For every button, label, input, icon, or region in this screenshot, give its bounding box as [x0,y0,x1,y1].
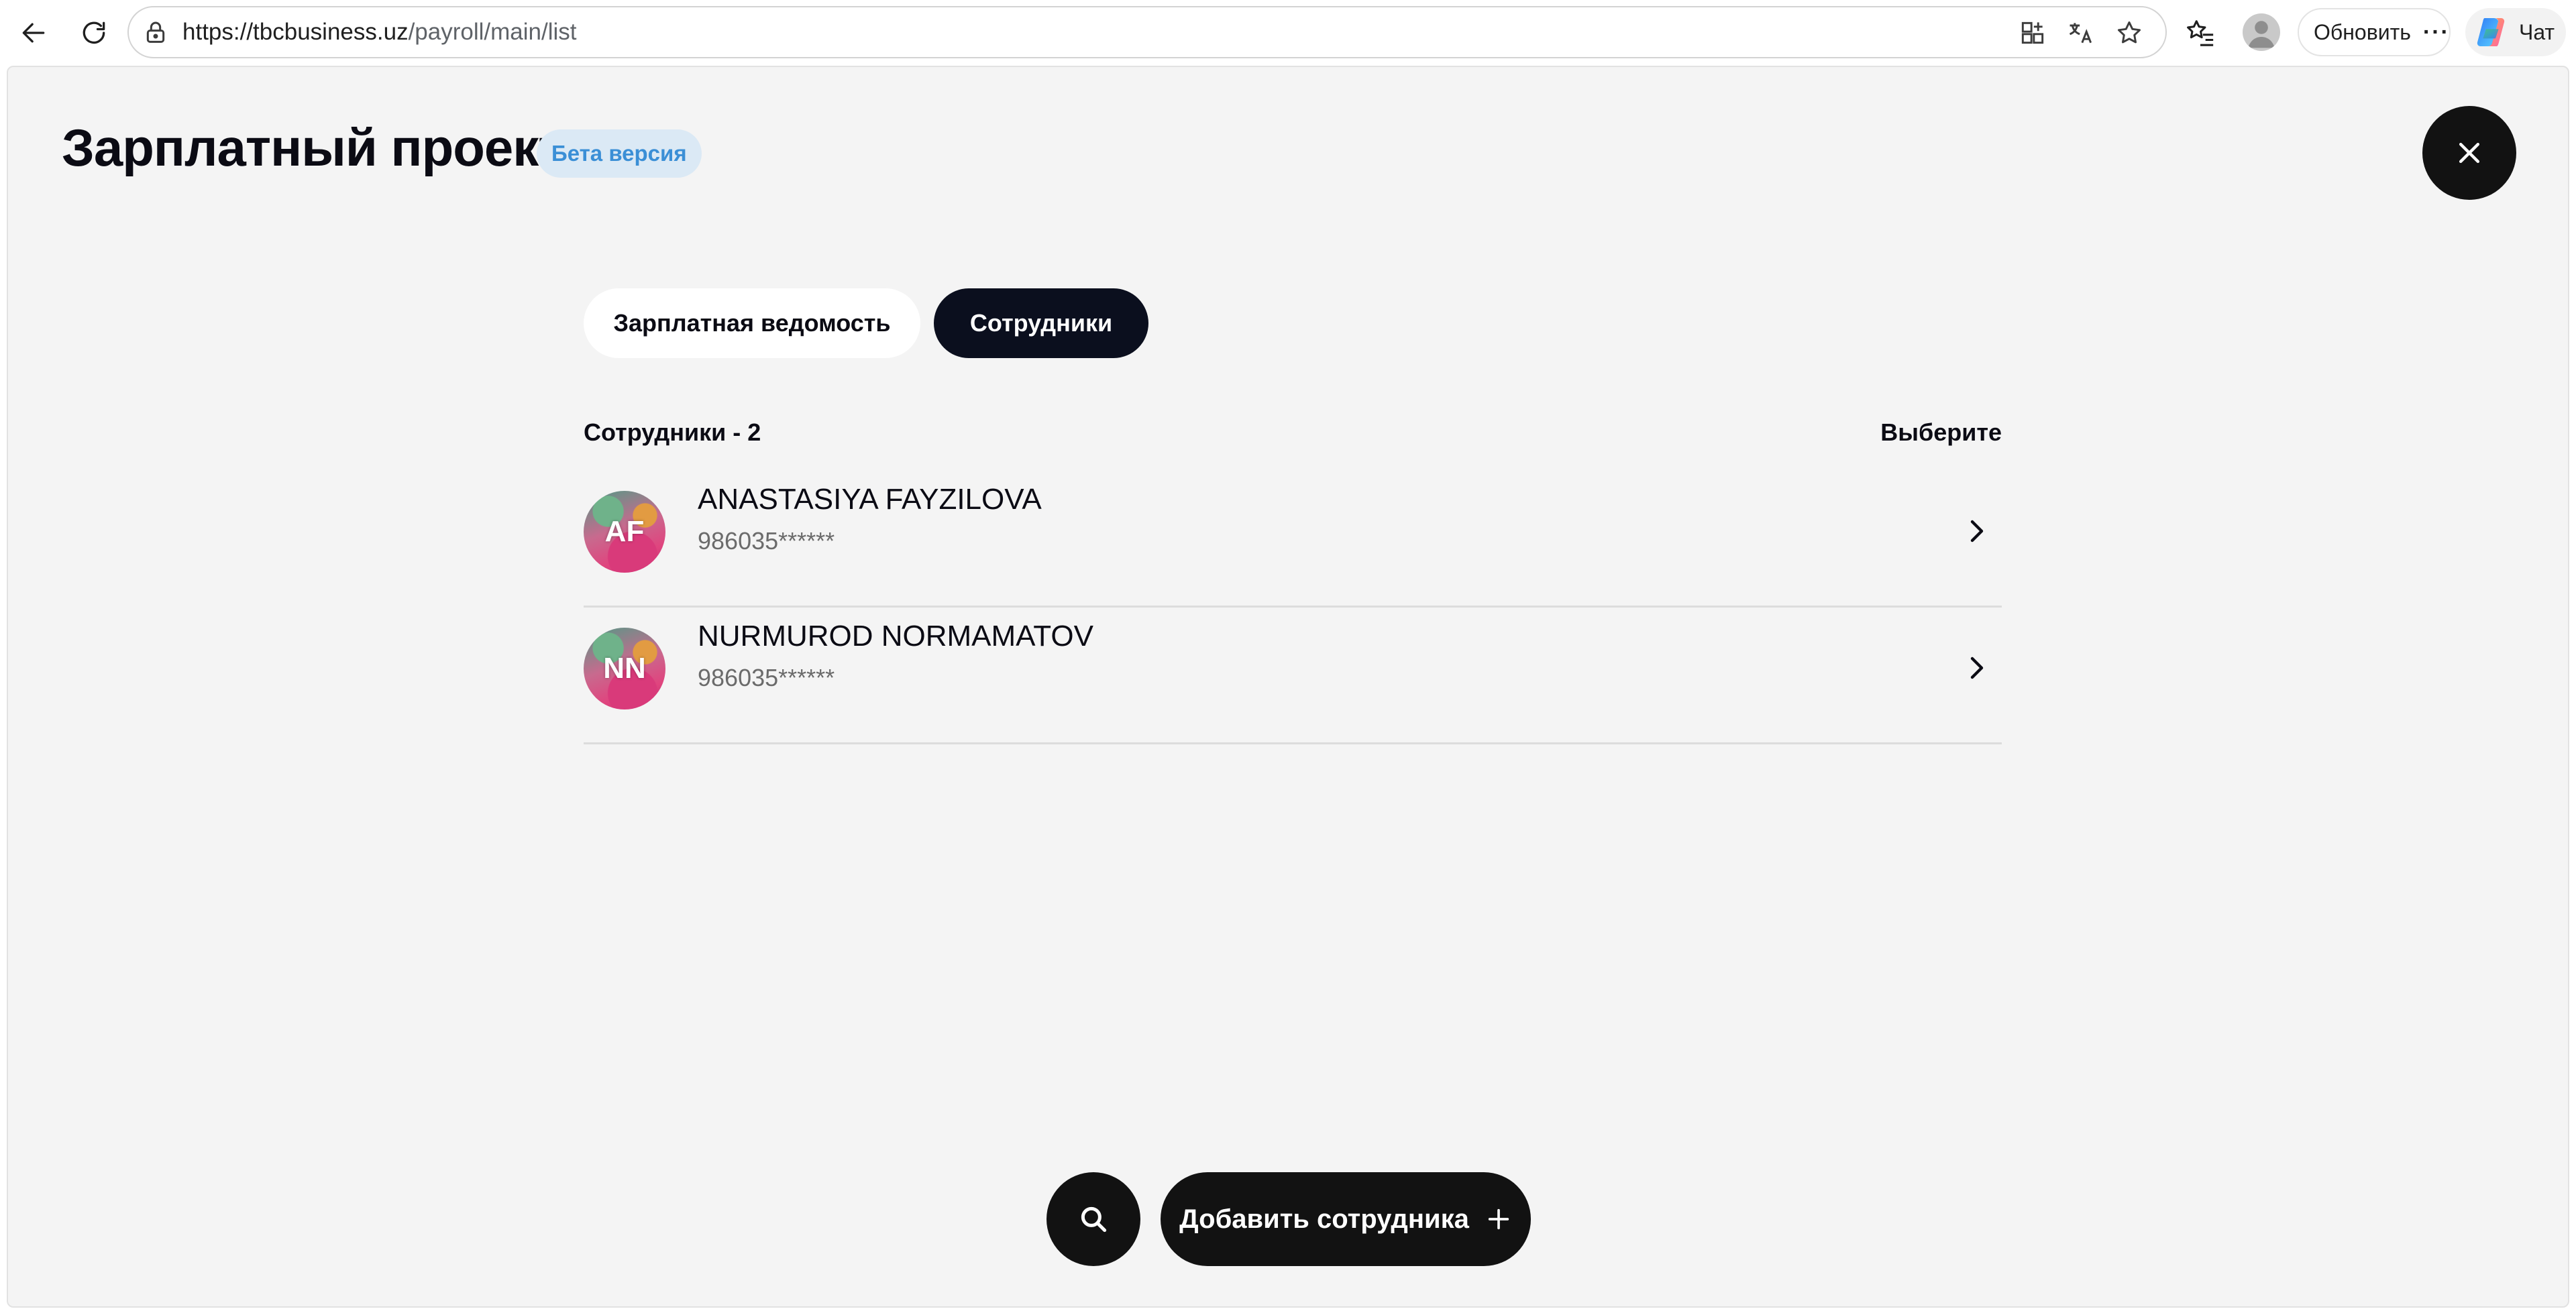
employee-phone: 986035****** [698,664,835,691]
favorite-star-icon[interactable] [2114,18,2144,48]
site-info-icon[interactable] [142,19,169,46]
employees-count: Сотрудники - 2 [584,418,761,446]
avatar: AF [584,491,665,573]
employee-phone: 986035****** [698,527,835,555]
update-label: Обновить [2314,19,2411,44]
plus-icon [1488,1208,1509,1230]
address-bar[interactable]: https://tbcbusiness.uz/payroll/main/list [127,6,2167,58]
page-content: Зарплатный проект Бета версия Зарплатная… [7,66,2569,1308]
profile-avatar[interactable] [2243,13,2280,51]
close-button[interactable] [2422,106,2516,200]
copilot-chat-button[interactable]: Чат [2465,8,2566,56]
translate-icon[interactable] [2066,18,2096,48]
list-item[interactable]: NN NURMUROD NORMAMATOV 986035****** [584,608,2002,744]
employee-list: AF ANASTASIYA FAYZILOVA 986035****** NN … [584,471,2002,744]
close-icon [2459,142,2480,164]
url-text[interactable]: https://tbcbusiness.uz/payroll/main/list [182,7,577,57]
arrow-left-icon [22,23,45,43]
employee-name: NURMUROD NORMAMATOV [698,620,1093,652]
user-icon [2248,21,2275,48]
reload-button[interactable] [71,10,117,56]
list-item[interactable]: AF ANASTASIYA FAYZILOVA 986035****** [584,471,2002,608]
employee-name: ANASTASIYA FAYZILOVA [698,483,1042,516]
search-button[interactable] [1046,1172,1140,1266]
chat-label: Чат [2519,19,2555,44]
add-employee-button[interactable]: Добавить сотрудника [1161,1172,1531,1266]
page-title: Зарплатный проект [62,118,564,177]
avatar: NN [584,628,665,709]
update-button[interactable]: Обновить ··· [2298,8,2451,56]
chevron-right-icon [1970,657,1984,679]
search-icon [1081,1206,1107,1233]
copilot-icon [2477,18,2505,46]
add-employee-label: Добавить сотрудника [1179,1204,1469,1234]
tab-employees[interactable]: Сотрудники [934,288,1148,358]
browser-toolbar: https://tbcbusiness.uz/payroll/main/list… [0,0,2576,66]
back-button[interactable] [11,10,56,56]
reload-icon [83,21,105,44]
more-icon[interactable]: ··· [2423,19,2450,46]
list-header: Сотрудники - 2 Выберите [584,418,2002,452]
select-button[interactable]: Выберите [1880,418,2002,447]
app-available-icon[interactable] [2018,18,2047,48]
beta-badge: Бета версия [537,129,702,178]
tab-payroll-statement[interactable]: Зарплатная ведомость [584,288,920,358]
favorites-icon[interactable] [2182,13,2219,51]
chevron-right-icon [1970,520,1984,543]
